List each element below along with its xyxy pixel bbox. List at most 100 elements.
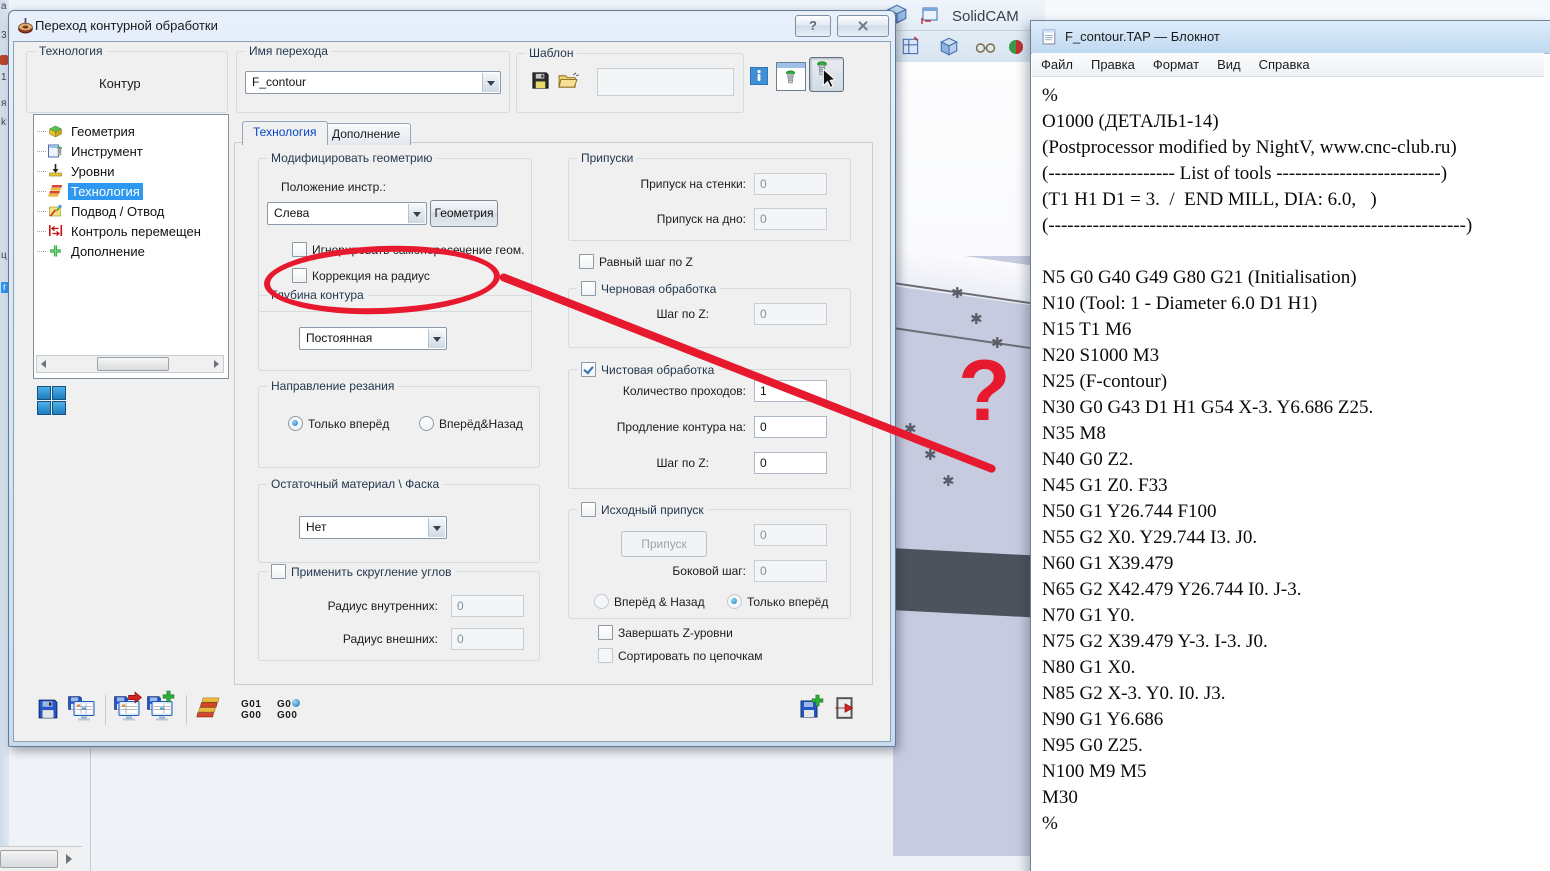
tree-item-misc[interactable]: Дополнение: [34, 241, 228, 261]
template-field[interactable]: [597, 68, 734, 96]
outer-radius-field: 0: [451, 628, 524, 650]
gcode-line: N50 G1 Y26.744 F100: [1042, 501, 1217, 522]
save-calc-button[interactable]: [67, 695, 97, 723]
finalize-z-levels-checkbox[interactable]: Завершать Z-уровни: [598, 625, 733, 640]
checkbox-icon[interactable]: [581, 281, 596, 296]
status-square-icon: [52, 386, 66, 400]
window-icon[interactable]: [920, 5, 940, 25]
checkbox-icon[interactable]: [271, 564, 286, 579]
gcode-line: O1000 (ДЕТАЛЬ1-14): [1042, 111, 1219, 132]
residual-combobox[interactable]: Нет: [299, 516, 447, 539]
save-add-operation-button[interactable]: [799, 694, 827, 723]
strip-icon: [0, 55, 8, 65]
info-icon[interactable]: [750, 67, 768, 85]
gcode-line: [1042, 239, 1550, 265]
gcode-line: N65 G2 X42.479 Y26.744 I0. J-3.: [1042, 579, 1302, 600]
menu-view[interactable]: Вид: [1208, 57, 1250, 72]
radio-label: Только вперёд: [747, 594, 829, 609]
tree-item-motion-control[interactable]: Контроль перемещен: [34, 221, 228, 241]
red-arrow-icon: [128, 691, 143, 704]
group-label: Применить скругление углов: [267, 564, 456, 579]
radio-label: Вперёд&Назад: [439, 416, 523, 431]
forward-only-radio[interactable]: Только вперёд: [288, 416, 389, 431]
group-label: Модифицировать геометрию: [267, 151, 437, 165]
tree-item-tool[interactable]: Инструмент: [34, 141, 228, 161]
toolbar-separator: [105, 695, 106, 725]
horizontal-scrollbar[interactable]: [0, 846, 82, 871]
strip-fragment: ц: [1, 250, 7, 261]
tree-item-levels[interactable]: Уровни: [34, 161, 228, 181]
toolbar-separator: [186, 695, 187, 725]
gcode-line: %: [1042, 85, 1058, 106]
help-button[interactable]: ?: [795, 15, 831, 37]
open-template-icon[interactable]: [558, 72, 579, 89]
checkbox-icon: [598, 625, 613, 640]
tree-scrollbar[interactable]: [36, 355, 224, 373]
save-calc-exit-button[interactable]: [113, 691, 145, 723]
exit-button[interactable]: [833, 695, 857, 721]
strip-fragment: 1: [1, 72, 7, 83]
group-label: Направление резания: [267, 379, 399, 393]
dialog-title: Переход контурной обработки: [35, 18, 218, 33]
g0-g00-icon[interactable]: G0 G00: [277, 699, 301, 721]
scrollbar-thumb[interactable]: [97, 357, 169, 371]
checkbox-icon[interactable]: [581, 502, 596, 517]
scrollbar-arrow-icon[interactable]: [66, 854, 72, 864]
save-button[interactable]: [37, 698, 59, 720]
equal-z-step-checkbox[interactable]: Равный шаг по Z: [579, 254, 693, 269]
g01-g00-icon[interactable]: G01 G00: [241, 699, 261, 721]
forward-back-radio[interactable]: Вперёд&Назад: [419, 416, 523, 431]
tool-position-combobox[interactable]: Слева: [267, 202, 427, 225]
close-button[interactable]: [837, 15, 889, 37]
model-dark-face: [893, 548, 1043, 618]
finish-step-field[interactable]: 0: [754, 452, 827, 474]
menu-help[interactable]: Справка: [1250, 57, 1319, 72]
group-label: Шаблон: [525, 46, 578, 60]
view-orientation-icon[interactable]: [900, 36, 922, 58]
notepad-title: F_contour.TAP — Блокнот: [1065, 29, 1220, 44]
gcode-line: N100 M9 M5: [1042, 761, 1147, 782]
geometry-button[interactable]: Геометрия: [430, 200, 498, 227]
monitor-icon: [151, 701, 173, 721]
save-template-icon[interactable]: [531, 71, 550, 90]
plus-icon: [50, 245, 61, 257]
tab-misc[interactable]: Дополнение: [321, 123, 412, 145]
gcode-text-area[interactable]: % O1000 (ДЕТАЛЬ1-14) (Postprocessor modi…: [1032, 77, 1550, 871]
save-calc-add-button[interactable]: [146, 690, 178, 723]
notepad-icon: [1042, 29, 1056, 45]
tree-item-technology[interactable]: Технология: [34, 181, 228, 201]
combobox-value: Слева: [274, 206, 310, 220]
gcode-line: %: [1042, 813, 1058, 834]
notepad-window: F_contour.TAP — Блокнот Файл Правка Форм…: [1030, 20, 1550, 871]
tab-technology[interactable]: Технология: [242, 121, 328, 145]
contour-extend-field[interactable]: 0: [754, 416, 827, 438]
depth-combobox[interactable]: Постоянная: [299, 327, 447, 350]
scrollbar-thumb[interactable]: [0, 850, 58, 868]
menu-format[interactable]: Формат: [1144, 57, 1208, 72]
tree-item-lead-in-out[interactable]: Подвод / Отвод: [34, 201, 228, 221]
layers-icon[interactable]: [195, 694, 221, 722]
notepad-titlebar[interactable]: F_contour.TAP — Блокнот: [1031, 21, 1550, 54]
scroll-left-icon[interactable]: [41, 360, 46, 368]
panel-edge-line: [90, 748, 91, 871]
sketch-point: ✱: [970, 311, 983, 328]
scroll-right-icon[interactable]: [214, 360, 219, 368]
appearance-icon[interactable]: [1007, 38, 1025, 56]
menu-file[interactable]: Файл: [1032, 57, 1082, 72]
operation-name-combobox[interactable]: F_contour: [245, 71, 501, 94]
choose-tool-button[interactable]: [809, 57, 844, 92]
gcode-line: N95 G0 Z25.: [1042, 735, 1143, 756]
gcode-line: N60 G1 X39.479: [1042, 553, 1174, 574]
display-style-icon[interactable]: [938, 36, 960, 58]
floor-allowance-label: Припуск на дно:: [656, 212, 746, 226]
tree-item-geometry[interactable]: Геометрия: [34, 121, 228, 141]
checkbox-icon: [579, 254, 594, 269]
menu-edit[interactable]: Правка: [1082, 57, 1144, 72]
tool-data-button[interactable]: [776, 62, 806, 91]
checkbox-icon[interactable]: [581, 362, 596, 377]
eyeglasses-icon[interactable]: [975, 40, 997, 54]
chevron-down-icon: [408, 204, 425, 223]
allowance-button: Припуск: [621, 531, 707, 557]
radio-icon: [594, 594, 609, 609]
globe-icon: [292, 699, 301, 707]
